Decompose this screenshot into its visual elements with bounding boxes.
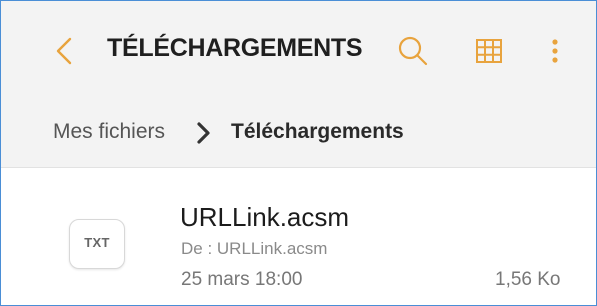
search-icon xyxy=(398,36,428,66)
chevron-right-icon xyxy=(193,119,215,147)
file-source: De : URLLink.acsm xyxy=(181,239,328,258)
breadcrumb-item-mes-fichiers[interactable]: Mes fichiers xyxy=(53,120,165,144)
back-button[interactable] xyxy=(45,31,85,71)
chevron-left-icon xyxy=(56,37,72,65)
page-title: TÉLÉCHARGEMENTS xyxy=(107,34,363,62)
screenshot-frame: TÉLÉCHARGEMENTS Mes fichiers Téléchargem… xyxy=(0,0,597,306)
grid-view-button[interactable] xyxy=(469,31,509,71)
file-type-badge: TXT xyxy=(84,235,110,250)
more-vertical-icon xyxy=(552,39,558,63)
search-button[interactable] xyxy=(393,31,433,71)
file-size: 1,56 Ko xyxy=(495,269,561,290)
file-type-icon: TXT xyxy=(69,219,125,269)
more-options-button[interactable] xyxy=(535,31,575,71)
grid-view-icon xyxy=(476,39,502,63)
breadcrumb-item-current: Téléchargements xyxy=(231,120,404,143)
file-date: 25 mars 18:00 xyxy=(181,269,303,290)
file-name: URLLink.acsm xyxy=(180,202,350,232)
